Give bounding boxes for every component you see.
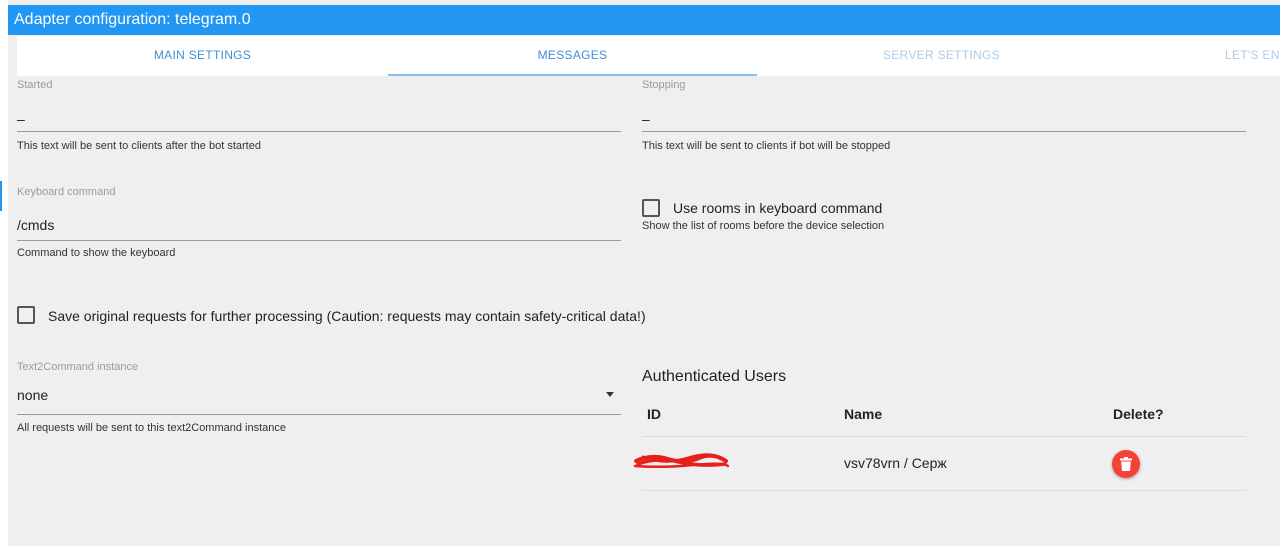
text2command-select[interactable]: none (17, 384, 621, 415)
text2command-help: All requests will be sent to this text2C… (17, 422, 287, 434)
keyboard-command-field: Keyboard command Command to show the key… (17, 185, 621, 265)
use-rooms-checkbox[interactable] (642, 199, 660, 217)
use-rooms-label: Use rooms in keyboard command (673, 200, 883, 216)
left-strip (0, 0, 8, 546)
started-help: This text will be sent to clients after … (17, 140, 261, 152)
tab-server-settings[interactable]: SERVER SETTINGS (757, 36, 1126, 76)
stopping-label: Stopping (642, 79, 686, 91)
keyboard-command-input[interactable] (17, 210, 621, 241)
stopping-input[interactable] (642, 106, 1246, 132)
redacted-id-scribble (633, 453, 729, 469)
use-rooms-row: Use rooms in keyboard command Show the l… (642, 198, 1242, 238)
save-requests-label: Save original requests for further proce… (48, 308, 646, 324)
keyboard-command-help: Command to show the keyboard (17, 247, 176, 259)
save-requests-row: Save original requests for further proce… (17, 306, 917, 326)
delete-user-button[interactable] (1112, 450, 1140, 478)
table-header-divider (642, 436, 1246, 437)
authenticated-users-title: Authenticated Users (642, 368, 787, 385)
column-header-id: ID (647, 406, 661, 422)
save-requests-checkbox[interactable] (17, 306, 35, 324)
focus-marker (0, 181, 2, 211)
use-rooms-help: Show the list of rooms before the device… (642, 220, 885, 232)
tab-messages[interactable]: MESSAGES (388, 36, 757, 76)
stopping-field: Stopping This text will be sent to clien… (642, 78, 1246, 158)
started-field: Started This text will be sent to client… (17, 78, 621, 158)
stopping-help: This text will be sent to clients if bot… (642, 140, 891, 152)
tab-main-settings[interactable]: MAIN SETTINGS (17, 36, 388, 76)
tab-lets-encrypt[interactable]: LET'S ENC (1225, 36, 1280, 76)
active-tab-indicator (388, 74, 757, 76)
table-row-divider (642, 490, 1246, 491)
text2command-field: Text2Command instance none All requests … (17, 360, 621, 440)
user-name: vsv78vrn / Серж (844, 455, 947, 471)
keyboard-command-label: Keyboard command (17, 186, 116, 198)
tab-bar: MAIN SETTINGS MESSAGES SERVER SETTINGS L… (17, 36, 1280, 76)
started-label: Started (17, 79, 53, 91)
text2command-label: Text2Command instance (17, 361, 139, 373)
column-header-name: Name (844, 406, 883, 422)
text2command-value: none (17, 387, 49, 403)
column-header-delete: Delete? (1113, 406, 1164, 422)
started-input[interactable] (17, 106, 621, 132)
window-title: Adapter configuration: telegram.0 (8, 5, 1280, 35)
trash-icon (1120, 457, 1132, 471)
caret-down-icon (606, 392, 614, 397)
